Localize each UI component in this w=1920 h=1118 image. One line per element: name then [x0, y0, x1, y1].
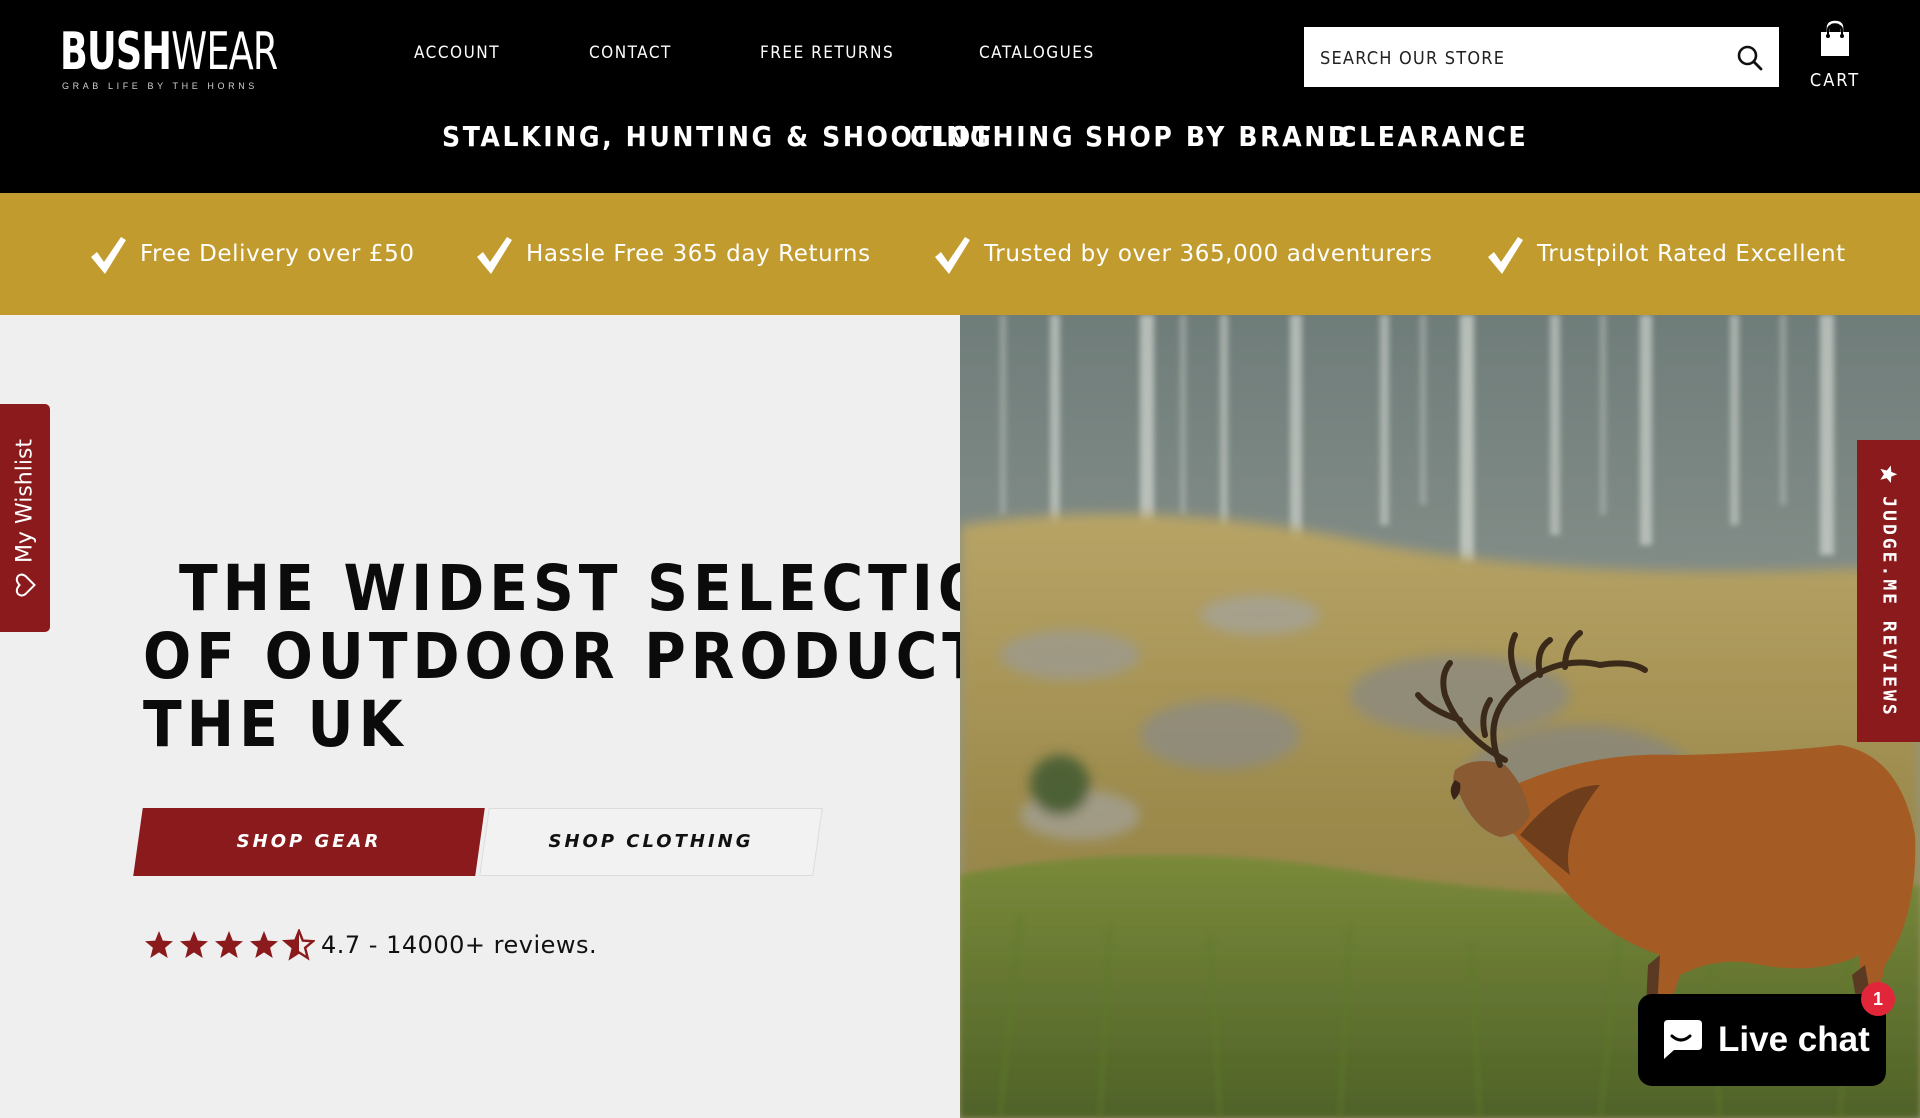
logo-tagline: GRAB LIFE BY THE HORNS	[62, 81, 258, 91]
checkmark-icon	[477, 237, 512, 274]
search-input[interactable]	[1318, 27, 1722, 89]
shop-gear-label: SHOP GEAR	[236, 831, 382, 852]
star-rating-icon	[145, 929, 315, 960]
cart-label: CART	[1809, 70, 1861, 91]
nav-catalogues[interactable]: CATALOGUES	[979, 43, 1095, 63]
rating-text: 4.7 - 14000+ reviews.	[321, 931, 598, 959]
usp-bar: Free Delivery over £50 Hassle Free 365 d…	[0, 193, 1920, 315]
nav-free-returns[interactable]: FREE RETURNS	[760, 43, 894, 63]
search-box	[1304, 27, 1779, 89]
usp-text: Trusted by over 365,000 adventurers	[984, 241, 1433, 267]
hero-title-line: OF OUTDOOR PRODUCTS IN	[143, 620, 1135, 693]
live-chat-button[interactable]: Live chat	[1638, 994, 1886, 1086]
usp-text: Free Delivery over £50	[140, 241, 415, 267]
bushwear-logo[interactable]: BUSHWEAR GRAB LIFE BY THE HORNS	[60, 22, 278, 94]
wishlist-label: My Wishlist	[12, 438, 38, 564]
nav-contact[interactable]: CONTACT	[589, 43, 672, 63]
usp-text: Hassle Free 365 day Returns	[526, 241, 871, 267]
heart-icon	[15, 573, 36, 597]
hero-title: THE WIDEST SELECTION OF OUTDOOR PRODUCTS…	[143, 552, 1135, 761]
wishlist-tab[interactable]: My Wishlist	[0, 404, 50, 632]
live-chat-label: Live chat	[1718, 1020, 1870, 1059]
shopping-bag-icon	[1818, 20, 1852, 63]
checkmark-icon	[935, 237, 970, 274]
logo-wordmark: BUSHWEAR	[60, 22, 278, 82]
shop-clothing-label: SHOP CLOTHING	[548, 831, 754, 852]
nav-shop-by-brand[interactable]: SHOP BY BRAND	[1085, 120, 1351, 153]
shop-clothing-button[interactable]: SHOP CLOTHING	[479, 808, 823, 876]
site-header: BUSHWEAR GRAB LIFE BY THE HORNS ACCOUNT …	[0, 0, 1920, 193]
hero-panel: THE WIDEST SELECTION OF OUTDOOR PRODUCTS…	[0, 315, 1135, 1118]
main-nav: STALKING, HUNTING & SHOOTING CLOTHING SH…	[0, 120, 1920, 164]
shop-gear-button[interactable]: SHOP GEAR	[133, 808, 485, 876]
star-icon	[1880, 465, 1898, 484]
hero-title-line: THE WIDEST SELECTION	[179, 552, 1044, 625]
judge-me-label: JUDGE.ME REVIEWS	[1878, 496, 1900, 718]
search-icon[interactable]	[1735, 43, 1765, 73]
cart-button[interactable]: CART	[1806, 18, 1864, 96]
usp-text: Trustpilot Rated Excellent	[1537, 241, 1846, 267]
chat-bubble-icon	[1664, 1020, 1702, 1059]
checkmark-icon	[1488, 237, 1523, 274]
chat-notification-badge: 1	[1861, 982, 1895, 1016]
nav-clearance[interactable]: CLEARANCE	[1338, 120, 1528, 153]
nav-clothing[interactable]: CLOTHING	[910, 120, 1075, 153]
checkmark-icon	[91, 237, 126, 274]
judge-me-reviews-tab[interactable]: JUDGE.ME REVIEWS	[1857, 440, 1920, 742]
hero-title-line: THE UK	[143, 688, 408, 761]
nav-account[interactable]: ACCOUNT	[414, 43, 500, 63]
